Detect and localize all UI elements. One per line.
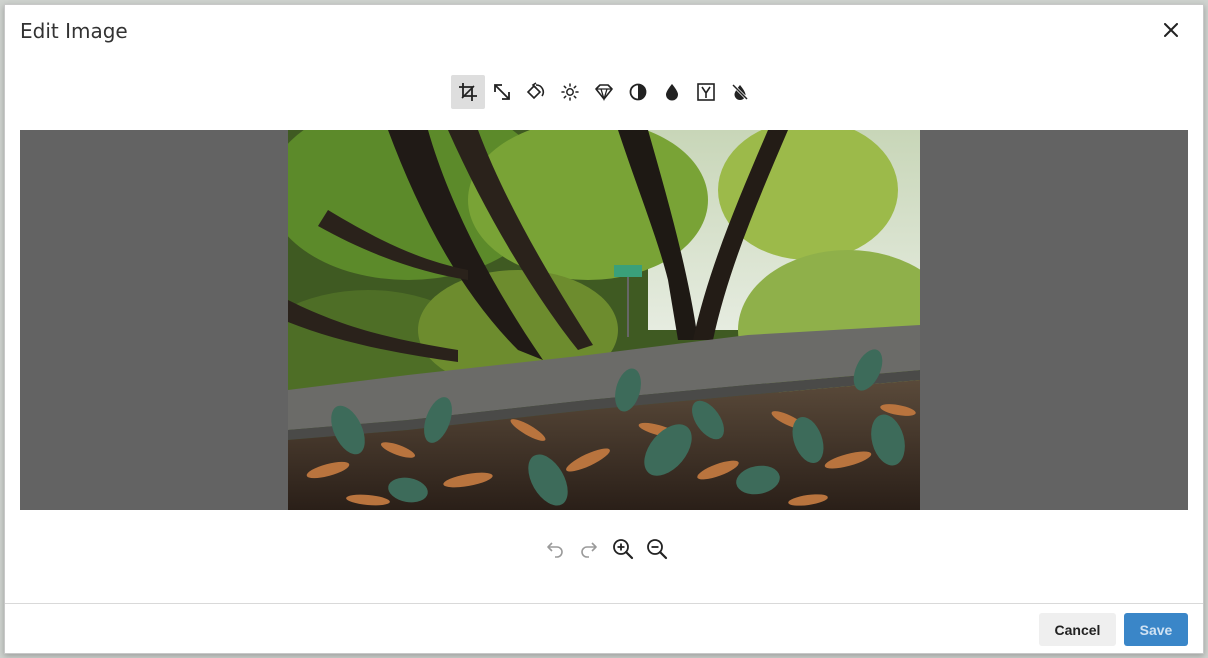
rotate-icon: [526, 82, 545, 100]
resize-button[interactable]: [485, 75, 519, 109]
close-button[interactable]: [1159, 18, 1183, 42]
contrast-button[interactable]: [621, 75, 655, 109]
edited-photo[interactable]: [288, 130, 920, 510]
image-canvas[interactable]: [20, 130, 1188, 510]
cancel-button[interactable]: Cancel: [1039, 613, 1116, 646]
droplet-icon: [666, 84, 678, 101]
zoom-out-button[interactable]: [641, 534, 673, 564]
invert-icon: [731, 83, 749, 101]
photo-of-plants-and-trees: [288, 130, 920, 510]
invert-button[interactable]: [723, 75, 757, 109]
brightness-icon: [561, 83, 579, 101]
redo-button[interactable]: [573, 534, 605, 564]
image-tools-toolbar: [451, 75, 757, 109]
history-zoom-controls: [539, 534, 673, 564]
zoom-out-icon: [647, 539, 668, 560]
crop-button[interactable]: [451, 75, 485, 109]
save-button[interactable]: Save: [1124, 613, 1188, 646]
contrast-icon: [629, 83, 647, 101]
dialog-footer: Cancel Save: [5, 603, 1203, 655]
close-icon: [1164, 23, 1178, 37]
dialog-title: Edit Image: [20, 19, 128, 43]
redo-icon: [581, 542, 597, 558]
rotate-button[interactable]: [519, 75, 553, 109]
undo-icon: [547, 542, 563, 558]
color-button[interactable]: [655, 75, 689, 109]
gamma-icon: [697, 83, 715, 101]
undo-button[interactable]: [539, 534, 571, 564]
zoom-in-icon: [613, 539, 634, 560]
edit-image-dialog: Edit Image Cancel Save: [4, 4, 1204, 654]
zoom-in-button[interactable]: [607, 534, 639, 564]
resize-icon: [494, 84, 510, 100]
brightness-button[interactable]: [553, 75, 587, 109]
gamma-button[interactable]: [689, 75, 723, 109]
crop-icon: [459, 83, 477, 101]
gem-icon: [595, 84, 613, 102]
sharpen-button[interactable]: [587, 75, 621, 109]
